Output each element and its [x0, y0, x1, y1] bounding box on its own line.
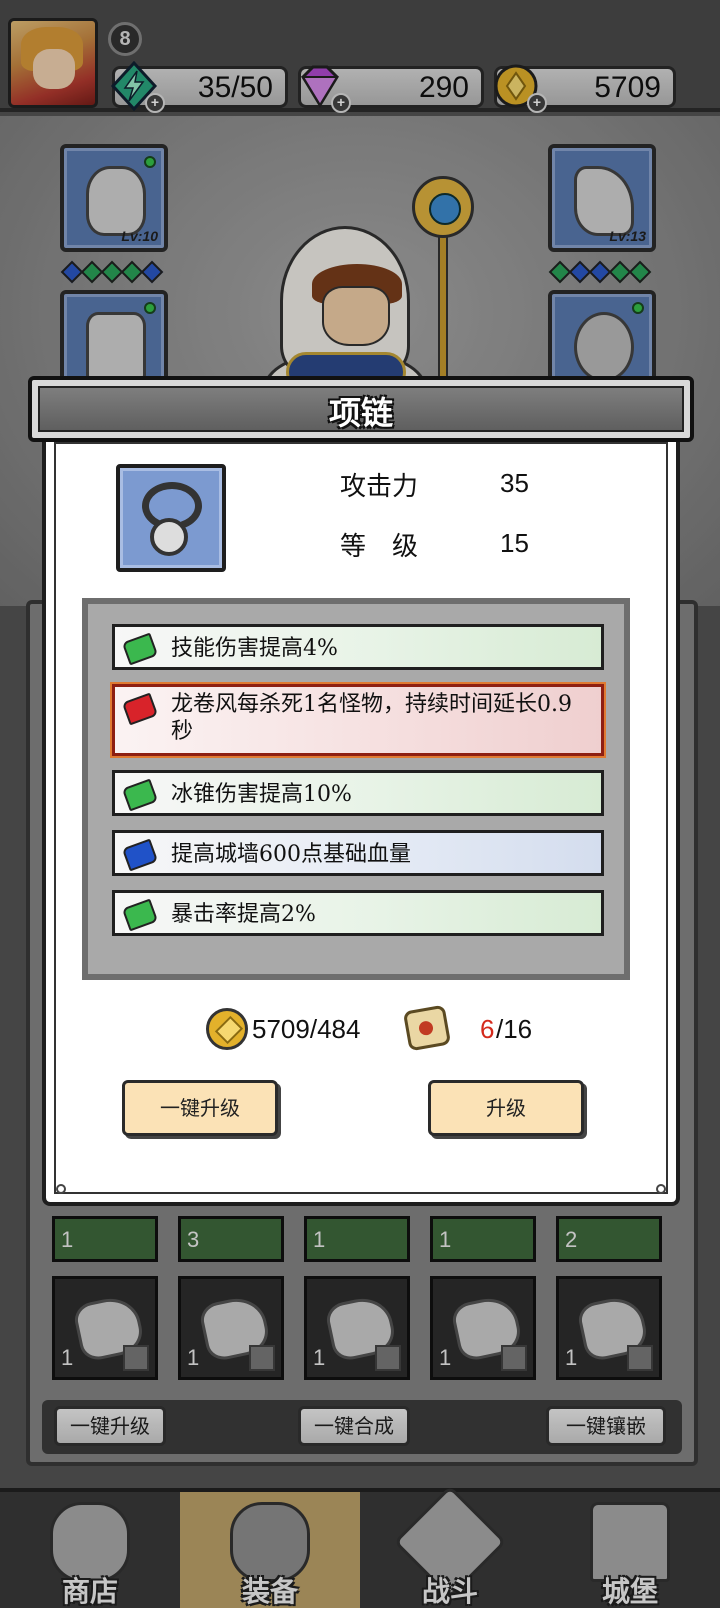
effect-text: 龙卷风每杀死1名怪物，持续时间延长0.9秒 — [171, 692, 572, 744]
corner-pin — [656, 1184, 666, 1194]
level-label: 等 级 — [340, 532, 419, 562]
effect-text: 冰锥伤害提高10% — [171, 782, 352, 807]
modal-title: 项链 — [328, 394, 393, 432]
green-gem-icon — [121, 778, 159, 812]
gold-cost: 5709/484 — [252, 1014, 361, 1044]
effect-row: 龙卷风每杀死1名怪物，持续时间延长0.9秒 — [112, 684, 604, 756]
corner-pin — [56, 1184, 66, 1194]
attack-value: 35 — [500, 468, 529, 498]
effect-row: 提高城墙600点基础血量 — [112, 830, 604, 876]
green-gem-icon — [121, 632, 159, 666]
green-gem-icon — [121, 898, 159, 932]
effect-text: 技能伤害提高4% — [171, 636, 338, 661]
upgrade-button[interactable]: 升级 — [428, 1080, 584, 1136]
upgrade-all-button[interactable]: 一键升级 — [122, 1080, 278, 1136]
effect-text: 暴击率提高2% — [171, 902, 316, 927]
scroll-required: /16 — [496, 1014, 533, 1044]
blue-gem-icon — [121, 838, 159, 872]
scroll-icon — [402, 1004, 452, 1052]
modal-body: 攻击力 35 等 级 15 技能伤害提高4% 龙卷风每杀死1名怪物，持续时间延长… — [42, 434, 680, 1206]
necklace-icon — [116, 464, 226, 572]
item-detail-modal: 攻击力 35 等 级 15 技能伤害提高4% 龙卷风每杀死1名怪物，持续时间延长… — [28, 376, 694, 1214]
attack-label: 攻击力 — [340, 472, 419, 502]
red-gem-icon — [121, 692, 159, 726]
effect-row: 冰锥伤害提高10% — [112, 770, 604, 816]
modal-header: 项链 — [28, 376, 694, 442]
effect-row: 暴击率提高2% — [112, 890, 604, 936]
coin-icon — [206, 1008, 248, 1050]
gem-effects-panel: 技能伤害提高4% 龙卷风每杀死1名怪物，持续时间延长0.9秒 冰锥伤害提高10%… — [82, 598, 630, 980]
effect-row: 技能伤害提高4% — [112, 624, 604, 670]
scroll-owned: 6 — [480, 1014, 495, 1044]
level-value: 15 — [500, 528, 529, 558]
effect-text: 提高城墙600点基础血量 — [171, 842, 411, 867]
necklace-pendant — [150, 518, 188, 556]
